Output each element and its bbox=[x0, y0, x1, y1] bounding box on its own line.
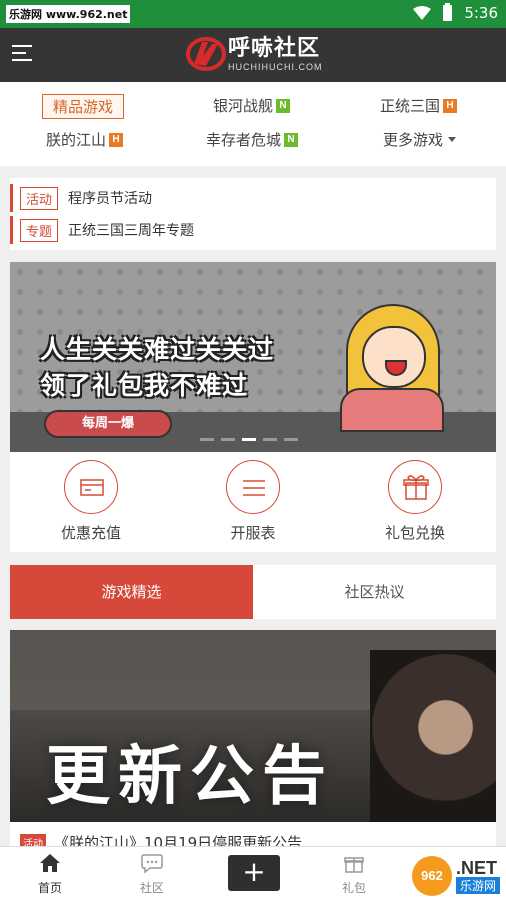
cartoon-girl-body bbox=[340, 388, 444, 432]
game-nav-item-three-kingdoms[interactable]: 正统三国 H bbox=[380, 95, 458, 116]
notice-tag: 专题 bbox=[20, 218, 59, 242]
news-caption-text: 《朕的江山》10月19日停服更新公告 bbox=[54, 834, 303, 846]
chat-icon bbox=[141, 854, 163, 874]
promo-banner[interactable]: 人生关关难过关关过 领了礼包我不难过 每周一爆 bbox=[10, 262, 496, 452]
notice-text: 程序员节活动 bbox=[68, 191, 153, 207]
nav-home-label: 首页 bbox=[37, 881, 62, 895]
game-nav-label: 幸存者危城 bbox=[206, 131, 282, 149]
new-badge: N bbox=[276, 98, 291, 113]
game-nav-label: 更多游戏 bbox=[383, 131, 444, 149]
site-watermark: 962 .NET 乐游网 bbox=[411, 856, 500, 896]
carousel-dot[interactable] bbox=[263, 438, 277, 441]
news-caption[interactable]: 活动 《朕的江山》10月19日停服更新公告 bbox=[10, 822, 496, 846]
gift-icon bbox=[344, 857, 364, 873]
game-nav-item-survivor[interactable]: 幸存者危城 N bbox=[206, 129, 299, 150]
banner-subline: 领了礼包我不难过 bbox=[40, 371, 249, 400]
server-list-action[interactable]: 开服表 bbox=[198, 460, 308, 543]
server-list-label: 开服表 bbox=[230, 524, 276, 542]
game-nav-label: 精品游戏 bbox=[53, 98, 114, 116]
news-image-title: 更新公告 bbox=[46, 740, 334, 814]
carousel-dot-active[interactable] bbox=[242, 438, 256, 441]
warrior-figure bbox=[370, 650, 496, 822]
carousel-dot[interactable] bbox=[284, 438, 298, 441]
game-nav-label: 朕的江山 bbox=[46, 131, 107, 149]
hot-badge: H bbox=[109, 132, 124, 147]
recharge-action[interactable]: 优惠充值 bbox=[36, 460, 146, 543]
notice-tag: 活动 bbox=[20, 186, 59, 210]
nav-home[interactable]: 首页 bbox=[20, 853, 80, 896]
logo-text: 呼哧社区 bbox=[228, 36, 321, 61]
gift-redeem-label: 礼包兑换 bbox=[384, 524, 445, 542]
notice-text: 正统三国三周年专题 bbox=[68, 223, 195, 239]
nav-gift-label: 礼包 bbox=[341, 881, 366, 895]
status-bar: 乐游网 www.962.net 5:36 bbox=[0, 0, 506, 28]
list-icon bbox=[226, 460, 280, 514]
gift-redeem-action[interactable]: 礼包兑换 bbox=[360, 460, 470, 543]
quick-actions: 优惠充值 开服表 礼包兑换 bbox=[10, 452, 496, 552]
banner-button[interactable]: 每周一爆 bbox=[44, 410, 172, 438]
new-badge: N bbox=[284, 132, 299, 147]
app-header: 呼哧社区 HUCHIHUCHI.COM bbox=[0, 28, 506, 82]
gift-icon bbox=[388, 460, 442, 514]
game-nav-item-galaxy[interactable]: 银河战舰 N bbox=[213, 95, 291, 116]
status-time: 5:36 bbox=[464, 4, 498, 22]
watermark-site: 乐游网 bbox=[455, 876, 500, 894]
carousel-indicator bbox=[200, 438, 298, 441]
home-icon bbox=[40, 854, 60, 872]
wifi-icon bbox=[413, 6, 432, 20]
tab-community-hot[interactable]: 社区热议 bbox=[253, 565, 496, 619]
news-caption-row: 活动 《朕的江山》10月19日停服更新公告 bbox=[20, 832, 302, 846]
content-tabs: 游戏精选 社区热议 bbox=[10, 565, 496, 619]
logo-mark-icon bbox=[186, 37, 226, 71]
notice-card: 活动 程序员节活动 专题 正统三国三周年专题 bbox=[10, 178, 496, 250]
banner-headline: 人生关关难过关关过 bbox=[40, 335, 275, 364]
game-nav: 精品游戏 银河战舰 N 正统三国 H 朕的江山 H 幸存者危城 N 更多游戏 bbox=[0, 82, 506, 166]
watermark-logo: 962 bbox=[411, 856, 452, 896]
status-carrier: 乐游网 www.962.net bbox=[6, 5, 131, 23]
watermark-domain: .NET bbox=[455, 857, 497, 878]
notice-row[interactable]: 专题 正统三国三周年专题 bbox=[10, 216, 194, 244]
status-right: 5:36 bbox=[413, 3, 498, 22]
game-nav-label: 银河战舰 bbox=[213, 97, 274, 115]
game-nav-label: 正统三国 bbox=[380, 97, 441, 115]
notice-row[interactable]: 活动 程序员节活动 bbox=[10, 184, 152, 212]
hot-badge: H bbox=[443, 98, 458, 113]
recharge-label: 优惠充值 bbox=[60, 524, 121, 542]
game-nav-item-featured[interactable]: 精品游戏 bbox=[42, 94, 125, 119]
carousel-dot[interactable] bbox=[221, 438, 235, 441]
game-nav-item-more[interactable]: 更多游戏 bbox=[383, 129, 457, 150]
cartoon-girl-face bbox=[362, 326, 426, 388]
nav-gift[interactable]: 礼包 bbox=[324, 853, 384, 896]
post-plus-button[interactable]: + bbox=[228, 855, 280, 891]
chevron-down-icon bbox=[448, 137, 457, 142]
nav-community[interactable]: 社区 bbox=[122, 853, 182, 896]
nav-community-label: 社区 bbox=[139, 881, 164, 895]
logo-subtext: HUCHIHUCHI.COM bbox=[228, 62, 323, 72]
game-nav-item-empire[interactable]: 朕的江山 H bbox=[46, 129, 124, 150]
carousel-dot[interactable] bbox=[200, 438, 214, 441]
logo: 呼哧社区 HUCHIHUCHI.COM bbox=[186, 34, 323, 74]
news-tag: 活动 bbox=[20, 834, 46, 846]
card-icon bbox=[64, 460, 118, 514]
tab-featured-games[interactable]: 游戏精选 bbox=[10, 565, 253, 619]
battery-icon bbox=[443, 3, 453, 21]
menu-icon[interactable] bbox=[12, 45, 32, 63]
news-image[interactable]: 更新公告 bbox=[10, 630, 496, 822]
